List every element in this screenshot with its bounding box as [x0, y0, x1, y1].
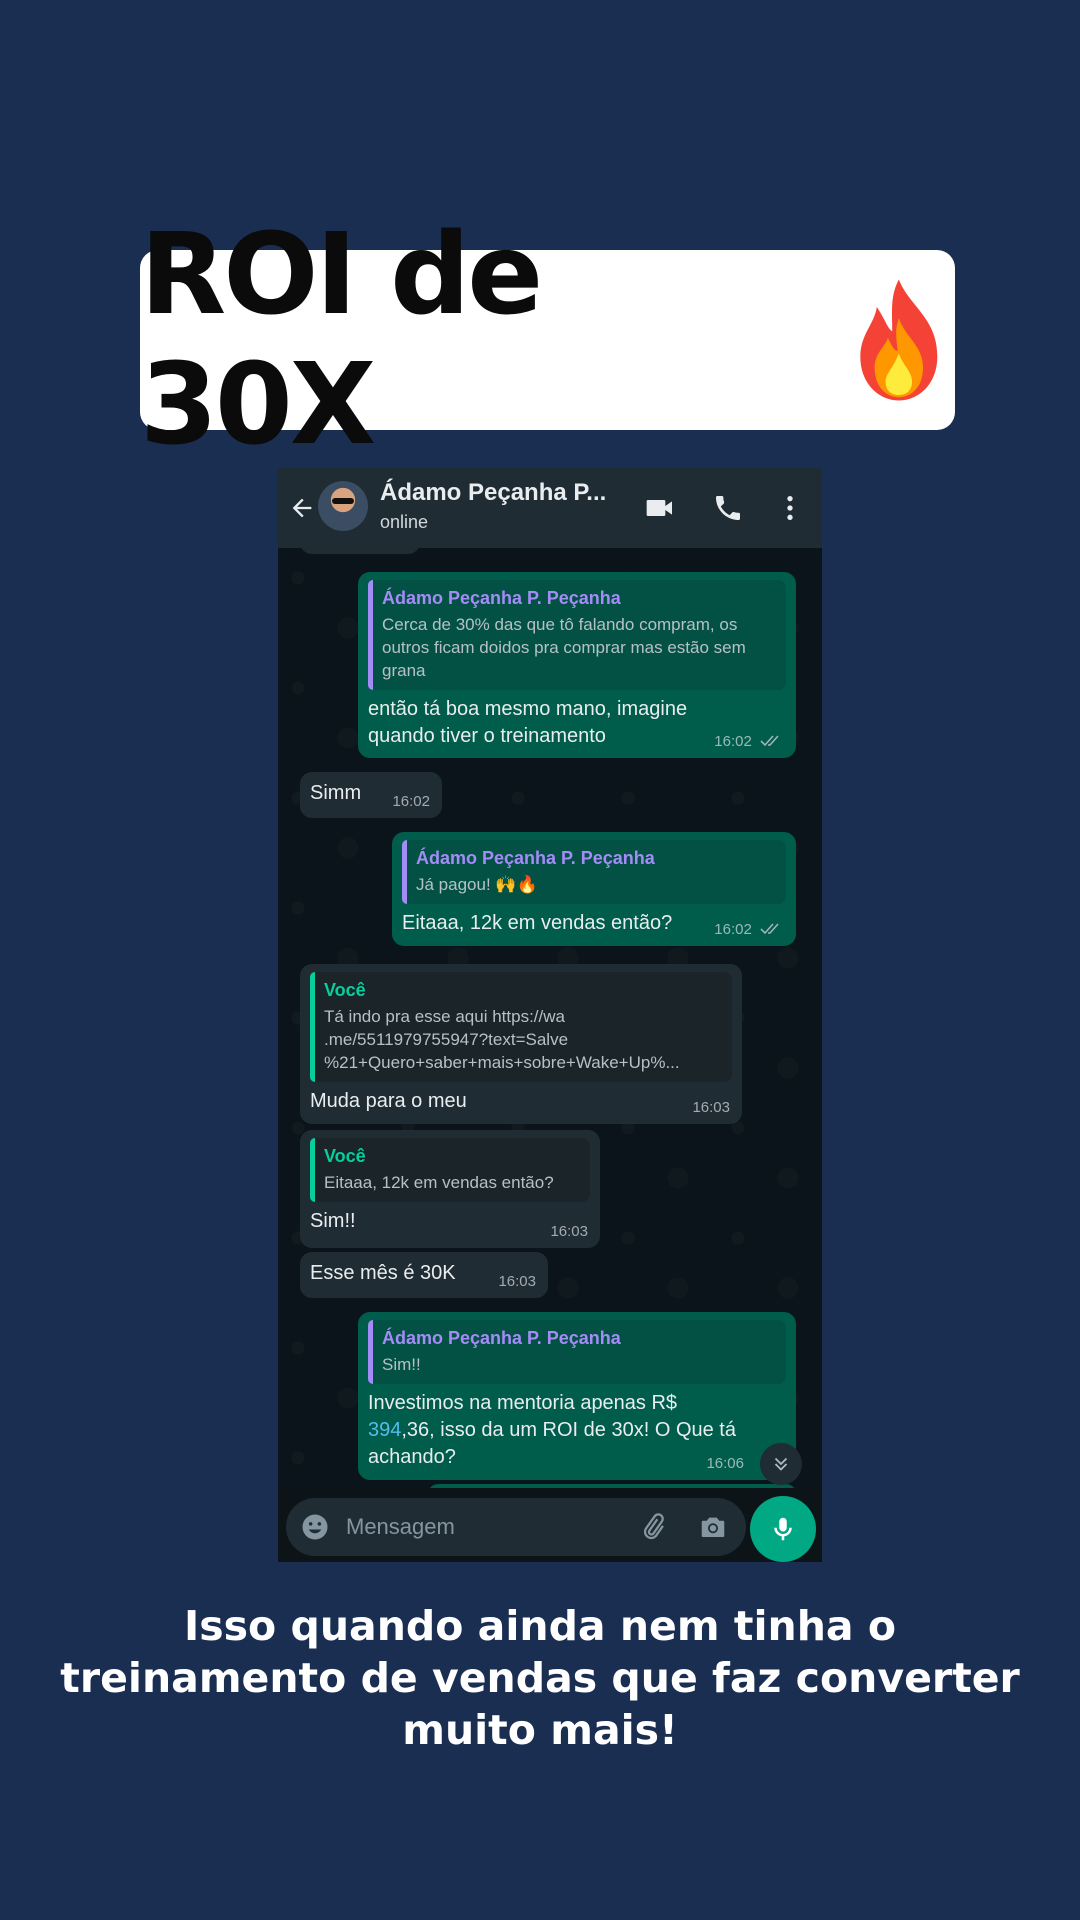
quoted-message[interactable]: Ádamo Peçanha P. Peçanha Cerca de 30% da… [368, 580, 786, 690]
quote-text: Eitaaa, 12k em vendas então? [324, 1173, 554, 1192]
chat-header: Ádamo Peçanha P... online [278, 468, 822, 548]
message-time: 16:06 [706, 1455, 744, 1472]
camera-icon[interactable] [698, 1512, 728, 1542]
message-bubble-outgoing[interactable]: Ádamo Peçanha P. Peçanha Sim!! Investimo… [358, 1312, 796, 1480]
quote-text: Cerca de 30% das que tô falando compram,… [382, 615, 746, 680]
message-time: 16:03 [550, 1223, 588, 1240]
quote-text: Tá indo pra esse aqui https://wa .me/551… [324, 1007, 680, 1072]
message-input[interactable]: Mensagem [346, 1514, 455, 1540]
message-bubble-outgoing[interactable]: Ádamo Peçanha P. Peçanha Cerca de 30% da… [358, 572, 796, 758]
attachment-icon[interactable] [638, 1512, 668, 1542]
message-text: Muda para o meu [310, 1090, 467, 1112]
partial-message [300, 548, 420, 554]
contact-name[interactable]: Ádamo Peçanha P... [380, 479, 606, 507]
quoted-message[interactable]: Você Tá indo pra esse aqui https://wa .m… [310, 972, 732, 1082]
message-text-part: Investimos na mentoria apenas R$ [368, 1392, 678, 1414]
fire-emoji-icon [860, 279, 938, 401]
back-arrow-icon[interactable] [288, 494, 316, 522]
message-time: 16:02 [392, 793, 430, 810]
read-ticks-icon [760, 923, 779, 935]
headline-text: ROI de 30X [140, 210, 543, 470]
message-text-part: ,36, isso da um ROI de 30x! O Que tá ach… [368, 1419, 736, 1468]
quote-text: Sim!! [382, 1355, 421, 1374]
video-call-icon[interactable] [644, 492, 676, 524]
headline-banner: ROI de 30X [140, 210, 955, 470]
message-input-bar[interactable]: Mensagem [286, 1498, 746, 1556]
contact-avatar[interactable] [318, 481, 368, 531]
message-time: 16:03 [498, 1273, 536, 1290]
read-ticks-icon [760, 735, 779, 747]
quote-author: Você [324, 980, 366, 1000]
phone-number-link[interactable]: 394 [368, 1419, 401, 1441]
message-bubble-incoming[interactable]: Você Eitaaa, 12k em vendas então? Sim!! … [300, 1130, 600, 1248]
quoted-message[interactable]: Ádamo Peçanha P. Peçanha Sim!! [368, 1320, 786, 1384]
whatsapp-screenshot: Ádamo Peçanha P... online Ádamo Peçanha … [278, 468, 822, 1562]
double-chevron-down-icon [774, 1457, 788, 1471]
time-label: 16:02 [714, 921, 752, 938]
scroll-down-button[interactable] [760, 1443, 802, 1485]
quote-author: Você [324, 1146, 366, 1166]
chat-area[interactable]: Ádamo Peçanha P. Peçanha Cerca de 30% da… [278, 548, 822, 1488]
message-bubble-outgoing[interactable]: Ádamo Peçanha P. Peçanha Já pagou! 🙌🔥 Ei… [392, 832, 796, 946]
message-text: Sim!! [310, 1210, 356, 1232]
message-bubble-incoming[interactable]: Você Tá indo pra esse aqui https://wa .m… [300, 964, 742, 1124]
contact-status: online [380, 512, 429, 532]
emoji-icon[interactable] [300, 1512, 330, 1542]
quote-author: Ádamo Peçanha P. Peçanha [382, 588, 621, 608]
message-time: 16:02 [714, 921, 784, 938]
quoted-message[interactable]: Você Eitaaa, 12k em vendas então? [310, 1138, 590, 1202]
message-bubble-incoming[interactable]: Simm 16:02 [300, 772, 442, 818]
quoted-message[interactable]: Ádamo Peçanha P. Peçanha Já pagou! 🙌🔥 [402, 840, 786, 904]
quote-author: Ádamo Peçanha P. Peçanha [416, 848, 655, 868]
time-label: 16:02 [714, 733, 752, 750]
voice-message-button[interactable] [750, 1496, 816, 1562]
message-time: 16:02 [714, 733, 784, 750]
message-time: 16:03 [692, 1099, 730, 1116]
caption-text: Isso quando ainda nem tinha o treinament… [60, 1602, 1020, 1754]
quote-author: Ádamo Peçanha P. Peçanha [382, 1328, 621, 1348]
phone-call-icon[interactable] [712, 492, 744, 524]
more-options-icon[interactable] [774, 492, 806, 524]
message-bubble-incoming[interactable]: Esse mês é 30K 16:03 [300, 1252, 548, 1298]
partial-message [428, 1484, 796, 1488]
quote-text: Já pagou! 🙌🔥 [416, 875, 538, 894]
microphone-icon [774, 1517, 792, 1541]
